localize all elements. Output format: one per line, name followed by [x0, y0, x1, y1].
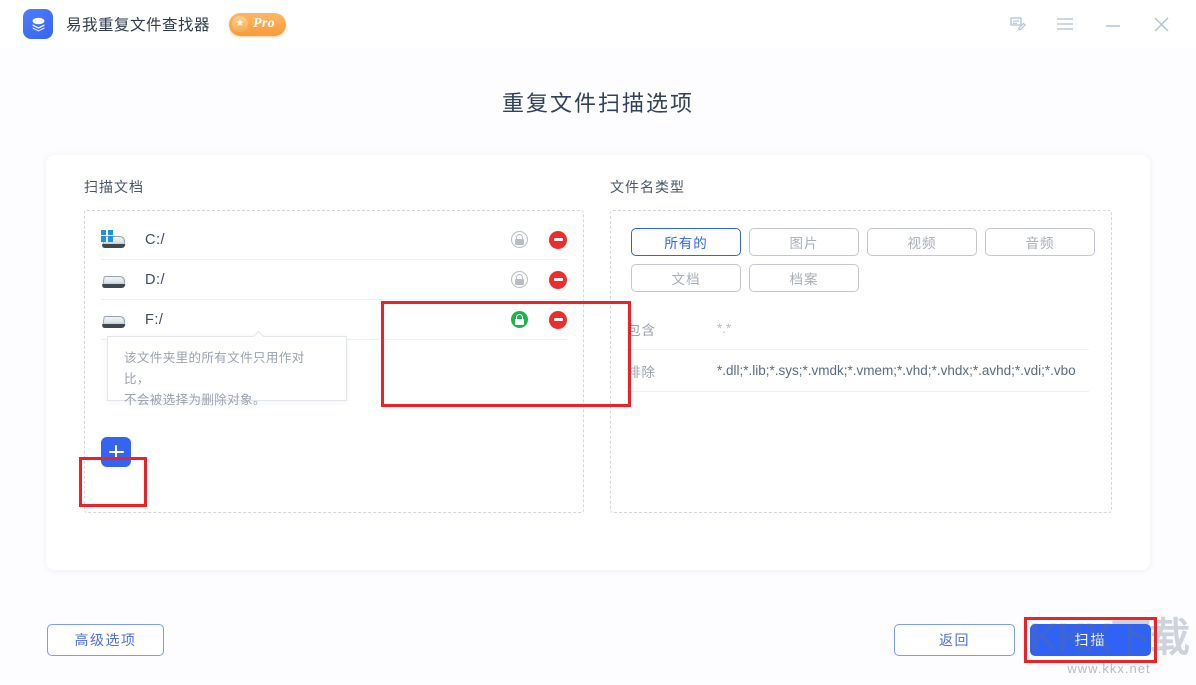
remove-icon[interactable] [549, 311, 567, 329]
chip-all[interactable]: 所有的 [631, 228, 741, 256]
back-button[interactable]: 返回 [894, 624, 1015, 656]
scan-button[interactable]: 扫描 [1030, 624, 1151, 656]
table-row[interactable]: F:/ 该文件夹里的所有文件只用作对比， 不会被选择为删除对象。 [101, 300, 567, 340]
add-folder-wrap [101, 437, 131, 467]
include-label: 包含 [627, 319, 717, 339]
page-title: 重复文件扫描选项 [0, 86, 1196, 118]
feedback-icon[interactable] [1006, 13, 1028, 35]
drive-path: D:/ [145, 272, 165, 288]
scan-folders-section: 扫描文档 C:/ [84, 177, 584, 513]
lock-tooltip: 该文件夹里的所有文件只用作对比， 不会被选择为删除对象。 [107, 336, 347, 401]
remove-icon[interactable] [549, 271, 567, 289]
close-icon[interactable] [1150, 13, 1172, 35]
drive-path: F:/ [145, 312, 163, 328]
scan-folders-box: C:/ D:/ [84, 210, 584, 513]
file-types-section: 文件名类型 所有的 图片 视频 音频 文档 档案 包含 *.* 排除 *.dll… [610, 177, 1112, 513]
chip-document[interactable]: 文档 [631, 264, 741, 292]
file-types-box: 所有的 图片 视频 音频 文档 档案 包含 *.* 排除 *.dll;*.lib… [610, 210, 1112, 513]
drive-path: C:/ [145, 232, 165, 248]
app-logo-icon [23, 9, 53, 39]
file-type-chip-group: 所有的 图片 视频 音频 文档 档案 [611, 211, 1111, 300]
file-types-label: 文件名类型 [610, 177, 1112, 197]
chip-audio[interactable]: 音频 [985, 228, 1095, 256]
options-card: 扫描文档 C:/ [46, 155, 1150, 570]
title-bar: 易我重复文件查找器 ★ Pro [0, 0, 1196, 48]
table-row[interactable]: C:/ [101, 220, 567, 260]
scan-folders-label: 扫描文档 [84, 177, 584, 197]
pro-badge: ★ Pro [229, 13, 286, 36]
chip-video[interactable]: 视频 [867, 228, 977, 256]
lock-icon[interactable] [511, 231, 528, 248]
hard-drive-icon [101, 270, 127, 290]
exclude-filter-row[interactable]: 排除 *.dll;*.lib;*.sys;*.vmdk;*.vmem;*.vhd… [627, 350, 1089, 392]
app-title: 易我重复文件查找器 [66, 13, 210, 35]
chip-image[interactable]: 图片 [749, 228, 859, 256]
remove-icon[interactable] [549, 231, 567, 249]
pro-label: Pro [253, 16, 275, 32]
add-folder-button[interactable] [101, 437, 131, 467]
lock-icon[interactable] [511, 271, 528, 288]
chip-archive[interactable]: 档案 [749, 264, 859, 292]
table-row[interactable]: D:/ [101, 260, 567, 300]
tooltip-line-1: 该文件夹里的所有文件只用作对比， [124, 348, 330, 390]
minimize-icon[interactable] [1102, 13, 1124, 35]
lock-icon-active[interactable] [511, 311, 528, 328]
window-controls [1006, 13, 1172, 35]
exclude-label: 排除 [627, 361, 717, 381]
include-filter-row[interactable]: 包含 *.* [627, 308, 1089, 350]
advanced-options-button[interactable]: 高级选项 [47, 624, 164, 656]
watermark-url: www.kkx.net [1067, 661, 1150, 676]
exclude-value[interactable]: *.dll;*.lib;*.sys;*.vmdk;*.vmem;*.vhd;*.… [717, 363, 1076, 378]
tooltip-line-2: 不会被选择为删除对象。 [124, 390, 330, 411]
menu-icon[interactable] [1054, 13, 1076, 35]
include-value[interactable]: *.* [717, 321, 731, 336]
hard-drive-windows-icon [101, 230, 127, 250]
hard-drive-icon [101, 310, 127, 330]
star-icon: ★ [232, 16, 248, 32]
